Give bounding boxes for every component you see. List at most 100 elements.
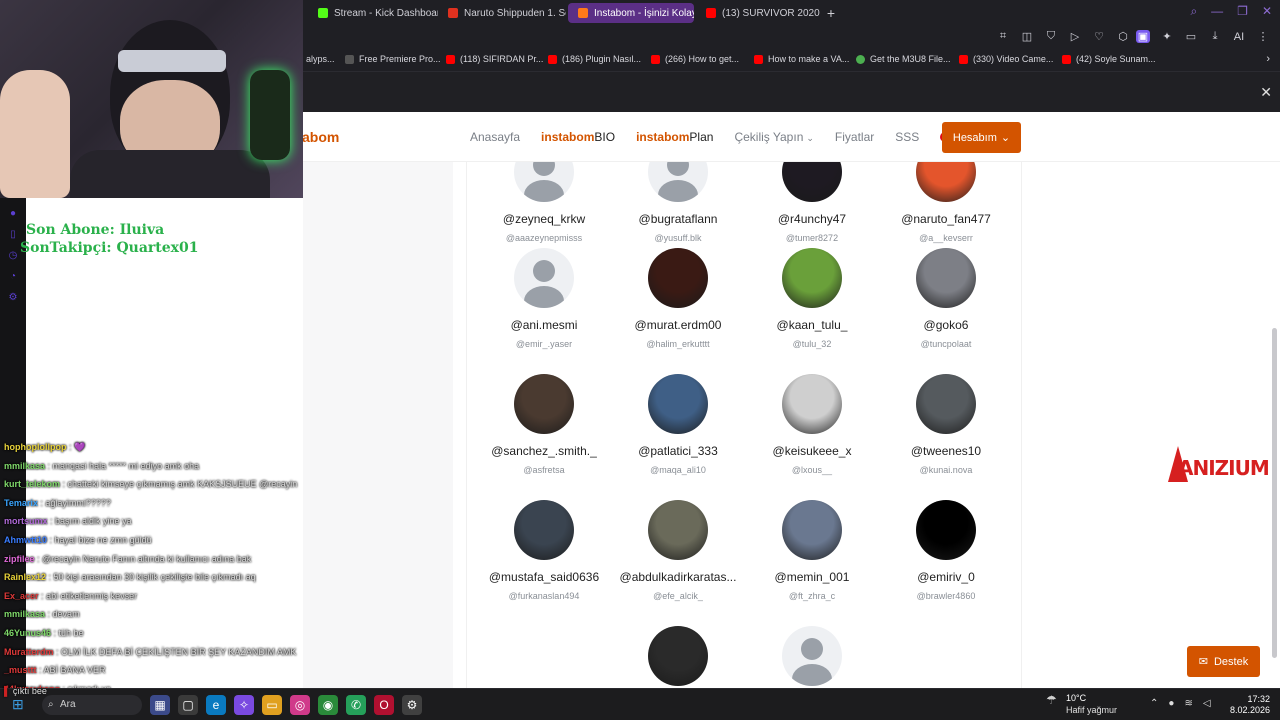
participant-handle: @a__kevserr: [919, 233, 973, 243]
participant-card[interactable]: @memin_001 @ft_zhra_c: [745, 500, 879, 601]
tab-naruto[interactable]: Naruto Shippuden 1. Sezo: [438, 3, 566, 23]
whatsapp-icon[interactable]: ✆: [346, 695, 366, 715]
nav-pricing[interactable]: Fiyatlar: [835, 130, 874, 144]
chat-username: Temarix: [4, 497, 38, 508]
play-icon[interactable]: ▷: [1068, 30, 1082, 43]
participant-card[interactable]: @bugrataflann @yusuff.blk: [611, 162, 745, 243]
default-avatar-icon: [648, 162, 708, 202]
participant-username: @naruto_fan477: [901, 212, 991, 226]
nav-instabom-bio[interactable]: instabomBIO: [541, 130, 615, 144]
bookmark[interactable]: (330) Video Came...: [959, 54, 1053, 64]
extension-icon[interactable]: ▣: [1136, 30, 1150, 43]
ai-button[interactable]: AI: [1232, 31, 1246, 43]
account-button[interactable]: Hesabım ⌄: [942, 122, 1021, 153]
bookmark[interactable]: (118) SIFIRDAN Pr...: [446, 54, 543, 64]
chevron-up-icon[interactable]: ⌃: [1150, 698, 1158, 709]
wifi-icon[interactable]: ≋: [1184, 698, 1192, 709]
new-tab-button[interactable]: +: [822, 4, 840, 22]
maximize-icon[interactable]: ❐: [1237, 4, 1248, 19]
last-follower: SonTakipçi: Quartex01: [20, 240, 199, 256]
opera-icon[interactable]: O: [374, 695, 394, 715]
participant-card[interactable]: [745, 626, 879, 688]
last-subscriber: Son Abone: Iluiva: [26, 222, 165, 238]
participant-handle: @tuncpolaat: [920, 339, 972, 349]
chat-separator: :: [60, 479, 68, 490]
close-icon[interactable]: ✕: [1260, 84, 1272, 101]
bookmark[interactable]: (186) Plugin Nasıl...: [548, 54, 641, 64]
instagram-icon[interactable]: ◎: [290, 695, 310, 715]
tab-instabom[interactable]: Instabom - İşinizi Kolaylaş: [568, 3, 694, 23]
participant-card[interactable]: @r4unchy47 @tumer8272: [745, 162, 879, 243]
bookmark[interactable]: alyps...: [306, 54, 335, 64]
download-icon[interactable]: ⤓: [1208, 30, 1222, 43]
nav-instabom-plan[interactable]: instabomPlan: [636, 130, 713, 144]
participant-username: @murat.erdm00: [634, 318, 722, 332]
screenshot-icon[interactable]: ⌗: [996, 30, 1010, 43]
minimize-icon[interactable]: —: [1211, 4, 1223, 19]
bookmark[interactable]: (42) Soyle Sunam...: [1062, 54, 1156, 64]
participant-card[interactable]: @sanchez_.smith._ @asfretsa: [477, 374, 611, 475]
close-icon[interactable]: ✕: [1262, 4, 1272, 19]
windows-start-icon[interactable]: ⊞: [12, 697, 26, 711]
avatar: [648, 248, 708, 308]
participant-card[interactable]: @zeyneq_krkw @aaazeynepmisss: [477, 162, 611, 243]
participant-card[interactable]: @kaan_tulu_ @tulu_32: [745, 248, 879, 349]
nav-home[interactable]: Anasayfa: [470, 130, 520, 144]
participant-username: @zeyneq_krkw: [502, 212, 586, 226]
settings-icon[interactable]: ⚙: [402, 695, 422, 715]
camera-icon[interactable]: ◫: [1020, 30, 1034, 43]
bookmark[interactable]: Get the M3U8 File...: [856, 54, 951, 64]
participant-card[interactable]: @keisukeee_x @lxous__: [745, 374, 879, 475]
site-logo[interactable]: abom: [302, 129, 339, 145]
folder-icon[interactable]: ▭: [262, 695, 282, 715]
clock[interactable]: 17:32 8.02.2026: [1226, 694, 1270, 716]
cube-icon[interactable]: ⬡: [1116, 30, 1130, 43]
menu-icon[interactable]: ⋮: [1256, 30, 1270, 43]
participant-handle: @ft_zhra_c: [788, 591, 836, 601]
puzzle-icon[interactable]: ✦: [1160, 30, 1174, 43]
nav-faq[interactable]: SSS: [895, 130, 919, 144]
avatar: [648, 374, 708, 434]
chevron-right-icon[interactable]: ›: [1266, 53, 1270, 65]
microphone-icon[interactable]: ●: [1168, 698, 1174, 709]
volume-icon[interactable]: ◁: [1203, 698, 1211, 709]
participant-card[interactable]: [611, 626, 745, 688]
bookmark[interactable]: (266) How to get...: [651, 54, 739, 64]
participant-card[interactable]: @naruto_fan477 @a__kevserr: [879, 162, 1013, 243]
chat-separator: :: [47, 516, 56, 527]
heart-icon[interactable]: ♡: [1092, 30, 1106, 43]
search-icon: ⌕: [48, 699, 54, 710]
copilot-icon[interactable]: ✧: [234, 695, 254, 715]
avatar: [648, 626, 708, 686]
system-tray: ⌃ ● ≋ ◁: [1150, 698, 1211, 709]
chat-username: Rainlex12: [4, 572, 47, 583]
microphone: [250, 70, 290, 160]
participant-handle: @lxous__: [791, 465, 833, 475]
chat-text: başım aldik yine ya: [55, 516, 132, 527]
taskbar-search[interactable]: ⌕ Ara: [42, 695, 142, 715]
nav-giveaway[interactable]: Çekiliş Yapın ⌄: [734, 130, 813, 144]
app-icon[interactable]: ▦: [150, 695, 170, 715]
wallet-icon[interactable]: ▭: [1184, 30, 1198, 43]
participant-card[interactable]: @murat.erdm00 @halim_erkutttt: [611, 248, 745, 349]
edge-icon[interactable]: e: [206, 695, 226, 715]
task-view-icon[interactable]: ▢: [178, 695, 198, 715]
participant-card[interactable]: @patlatici_333 @maqa_ali10: [611, 374, 745, 475]
bookmark[interactable]: How to make a VA...: [754, 54, 849, 64]
search-icon[interactable]: ⌕: [1190, 4, 1197, 19]
tab-survivor[interactable]: (13) SURVIVOR 2020 ADA ✕: [696, 3, 820, 23]
help-button[interactable]: ✉ Destek: [1187, 646, 1260, 677]
participant-card[interactable]: @ani.mesmi @emir_.yaser: [477, 248, 611, 349]
bookmark[interactable]: Free Premiere Pro...: [345, 54, 441, 64]
participant-card[interactable]: @tweenes10 @kunai.nova: [879, 374, 1013, 475]
participant-card[interactable]: @emiriv_0 @brawler4860: [879, 500, 1013, 601]
tab-kick-dashboard[interactable]: Stream - Kick Dashboard: [308, 3, 438, 23]
taskbar: ⊞ ⌕ Ara ▦ ▢ e ✧ ▭ ◎ ◉ ✆ O ⚙ ☂ 10°C Hafif…: [0, 688, 1280, 720]
chrome-icon[interactable]: ◉: [318, 695, 338, 715]
shield-icon[interactable]: ⛉: [1044, 30, 1058, 43]
participant-card[interactable]: @abdulkadirkaratas... @efe_alcik_: [611, 500, 745, 601]
scrollbar[interactable]: [1272, 328, 1277, 658]
participant-card[interactable]: @mustafa_said0636 @furkanaslan494: [477, 500, 611, 601]
chat-message: kurt_telekom : chatteki kimseye çıkmamış…: [4, 479, 297, 489]
participant-card[interactable]: @goko6 @tuncpolaat: [879, 248, 1013, 349]
